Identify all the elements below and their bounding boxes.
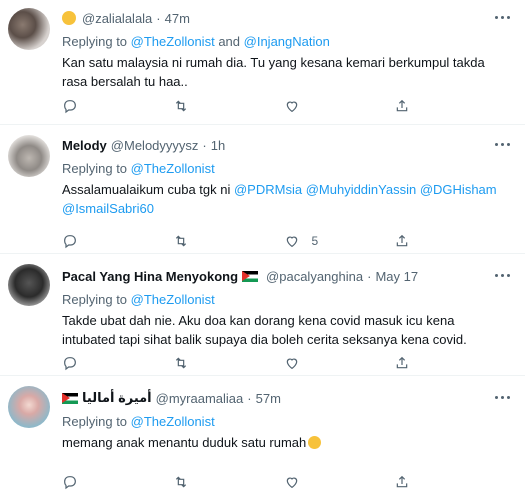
tweet[interactable]: أميرة أماليا @myraamaliaa · 57m Replying…	[0, 376, 525, 495]
reply-mention[interactable]: @TheZollonist	[131, 414, 215, 429]
reply-mention[interactable]: @InjangNation	[244, 34, 330, 49]
timestamp[interactable]: 47m	[165, 11, 190, 26]
retweet-icon	[175, 235, 186, 247]
timestamp[interactable]: 57m	[256, 391, 281, 406]
share-icon	[396, 475, 408, 488]
tweet-text: memang anak menantu duduk satu rumah	[62, 433, 505, 452]
reply-icon	[64, 235, 76, 249]
user-name[interactable]: Pacal Yang Hina Menyokong	[62, 269, 238, 284]
reply-join: and	[218, 34, 241, 49]
emoji-icon	[62, 11, 76, 25]
separator: ·	[247, 390, 252, 406]
reply-context: Replying to @TheZollonist and @InjangNat…	[62, 34, 505, 49]
mention-link[interactable]: @DGHisham	[420, 182, 497, 197]
more-icon[interactable]	[495, 270, 513, 280]
avatar[interactable]	[8, 135, 50, 177]
emoji-icon	[308, 436, 322, 449]
share-button[interactable]	[394, 355, 505, 371]
reply-prefix: Replying to	[62, 414, 128, 429]
tweet[interactable]: Melody @Melodyyyysz · 1h Replying to @Th…	[0, 125, 525, 254]
timestamp[interactable]: 1h	[211, 138, 225, 153]
user-name[interactable]: Melody	[62, 138, 107, 153]
reply-mention[interactable]: @TheZollonist	[131, 292, 215, 307]
tweet-text: Takde ubat dah nie. Aku doa kan dorang k…	[62, 313, 467, 347]
retweet-button[interactable]	[173, 474, 284, 490]
reply-mention[interactable]: @TheZollonist	[131, 161, 215, 176]
tweet[interactable]: @zalialalala · 47m Replying to @TheZollo…	[0, 0, 525, 125]
flag-icon	[62, 392, 78, 404]
reply-prefix: Replying to	[62, 292, 128, 307]
retweet-icon	[175, 476, 186, 488]
flag-icon	[242, 270, 259, 282]
tweet-text-content: memang anak menantu duduk satu rumah	[62, 435, 307, 450]
reply-button[interactable]	[62, 355, 173, 371]
retweet-icon	[175, 100, 186, 112]
separator: ·	[202, 137, 207, 153]
reply-icon	[64, 476, 76, 490]
like-button[interactable]	[284, 355, 395, 371]
mention-link[interactable]: @PDRMsia	[234, 182, 302, 197]
avatar[interactable]	[8, 386, 50, 428]
more-icon[interactable]	[495, 12, 513, 22]
more-icon[interactable]	[495, 139, 513, 149]
separator: ·	[156, 10, 161, 26]
separator: ·	[367, 268, 372, 284]
timestamp[interactable]: May 17	[375, 269, 418, 284]
share-button[interactable]	[394, 98, 505, 114]
like-button[interactable]: 5	[284, 233, 395, 249]
like-icon	[286, 101, 297, 113]
reply-context: Replying to @TheZollonist	[62, 161, 505, 176]
share-icon	[396, 356, 408, 369]
reply-icon	[64, 100, 76, 114]
share-icon	[396, 99, 408, 112]
mention-link[interactable]: @IsmailSabri60	[62, 201, 154, 216]
user-handle[interactable]: @Melodyyyysz	[111, 138, 199, 153]
like-button[interactable]	[284, 98, 395, 114]
reply-icon	[64, 357, 76, 371]
like-count: 5	[311, 234, 319, 248]
tweet-text: Kan satu malaysia ni rumah dia. Tu yang …	[62, 55, 485, 89]
like-icon	[286, 236, 297, 248]
avatar[interactable]	[8, 264, 50, 306]
reply-prefix: Replying to	[62, 161, 128, 176]
reply-context: Replying to @TheZollonist	[62, 292, 505, 307]
reply-button[interactable]	[62, 98, 173, 114]
reply-context: Replying to @TheZollonist	[62, 414, 505, 429]
mention-link[interactable]: @MuhyiddinYassin	[306, 182, 417, 197]
more-icon[interactable]	[495, 392, 513, 402]
user-handle[interactable]: @pacalyanghina	[266, 269, 363, 284]
user-handle[interactable]: @zalialalala	[82, 11, 152, 26]
reply-button[interactable]	[62, 233, 173, 249]
share-button[interactable]	[394, 474, 505, 490]
reply-button[interactable]	[62, 474, 173, 490]
tweet[interactable]: Pacal Yang Hina Menyokong @pacalyanghina…	[0, 254, 525, 376]
retweet-icon	[175, 357, 186, 369]
share-button[interactable]	[394, 233, 505, 249]
retweet-button[interactable]	[173, 98, 284, 114]
reply-prefix: Replying to	[62, 34, 128, 49]
retweet-button[interactable]	[173, 233, 284, 249]
share-icon	[396, 234, 408, 247]
tweet-text-prefix: Assalamualaikum cuba tgk ni	[62, 182, 231, 197]
reply-mention[interactable]: @TheZollonist	[131, 34, 215, 49]
user-handle[interactable]: @myraamaliaa	[156, 391, 244, 406]
like-icon	[286, 358, 297, 370]
like-icon	[286, 477, 297, 489]
tweet-text: Assalamualaikum cuba tgk ni @PDRMsia @Mu…	[62, 180, 505, 218]
avatar[interactable]	[8, 8, 50, 50]
retweet-button[interactable]	[173, 355, 284, 371]
user-name[interactable]: أميرة أماليا	[82, 390, 152, 406]
like-button[interactable]	[284, 474, 395, 490]
